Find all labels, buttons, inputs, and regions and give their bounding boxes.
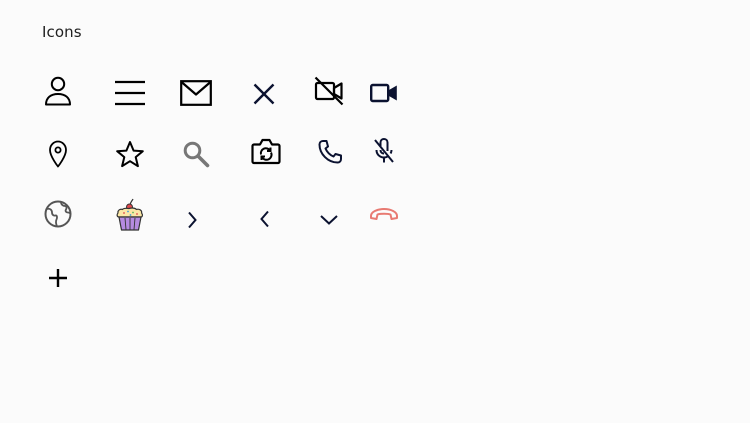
chevron-down-icon <box>320 215 338 225</box>
page-title: Icons <box>42 23 82 41</box>
video-icon <box>370 83 397 103</box>
star-icon <box>116 141 144 168</box>
phone-icon <box>318 140 342 164</box>
hang-up-icon <box>370 208 398 220</box>
search-icon <box>183 141 210 168</box>
chevron-right-icon <box>188 211 197 229</box>
mail-icon <box>180 80 212 106</box>
location-pin-icon <box>49 140 67 168</box>
globe-icon <box>44 200 72 228</box>
plus-icon <box>49 269 67 287</box>
icon-gallery: Icons <box>0 0 750 423</box>
menu-icon <box>115 80 145 106</box>
chevron-left-icon <box>260 210 269 228</box>
mic-off-icon <box>374 137 394 163</box>
user-icon <box>45 76 71 106</box>
cupcake-icon <box>116 198 143 231</box>
video-off-icon <box>314 76 344 106</box>
switch-camera-icon <box>251 138 281 165</box>
close-icon <box>253 83 275 105</box>
